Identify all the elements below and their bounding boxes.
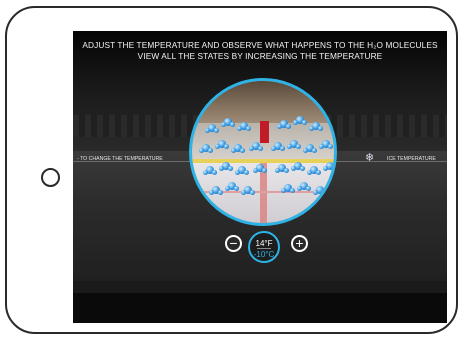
temperature-divider (257, 248, 271, 249)
water-molecule (253, 163, 267, 173)
change-temperature-hint: - TO CHANGE THE TEMPERATURE (77, 156, 163, 162)
instruction-line-1: ADJUST THE TEMPERATURE AND OBSERVE WHAT … (82, 40, 438, 50)
water-molecule (221, 117, 235, 127)
increase-temperature-button[interactable]: + (291, 235, 308, 252)
instructions: ADJUST THE TEMPERATURE AND OBSERVE WHAT … (73, 40, 447, 62)
magnified-wall (192, 81, 334, 123)
water-molecule (199, 143, 213, 153)
water-molecule (209, 185, 223, 195)
water-molecule (203, 165, 217, 175)
ice-temperature-label: ICE TEMPERATURE (387, 156, 436, 162)
water-molecule (219, 161, 233, 171)
water-molecule (271, 141, 285, 151)
decrease-temperature-button[interactable]: − (225, 235, 242, 252)
temperature-display: 14°F -10°C (248, 231, 280, 263)
water-molecule (297, 181, 311, 191)
water-molecule (293, 115, 307, 125)
water-molecule (323, 161, 334, 171)
water-molecule (215, 139, 229, 149)
water-molecule (225, 181, 239, 191)
water-molecule (281, 183, 295, 193)
bottom-bar (73, 293, 447, 323)
water-molecule (277, 119, 291, 129)
water-molecule (231, 143, 245, 153)
snowflake-icon: ❄ (365, 152, 375, 164)
water-molecule (319, 139, 333, 149)
water-molecule (205, 123, 219, 133)
water-molecule (313, 185, 327, 195)
water-molecule (237, 121, 251, 131)
app-screen: ADJUST THE TEMPERATURE AND OBSERVE WHAT … (73, 31, 447, 323)
water-molecule (249, 141, 263, 151)
instruction-line-2: VIEW ALL THE STATES BY INCREASING THE TE… (137, 51, 383, 61)
water-molecule (287, 139, 301, 149)
water-molecule (303, 143, 317, 153)
water-molecule (291, 161, 305, 171)
temperature-celsius: -10°C (253, 250, 275, 259)
water-molecule (307, 165, 321, 175)
temperature-fahrenheit: 14°F (255, 239, 273, 248)
water-molecule (235, 165, 249, 175)
water-molecule (275, 163, 289, 173)
water-molecule (309, 121, 323, 131)
hockey-net (260, 121, 269, 143)
home-button[interactable] (41, 168, 60, 187)
molecule-magnifier (189, 78, 337, 226)
water-molecule (241, 185, 255, 195)
